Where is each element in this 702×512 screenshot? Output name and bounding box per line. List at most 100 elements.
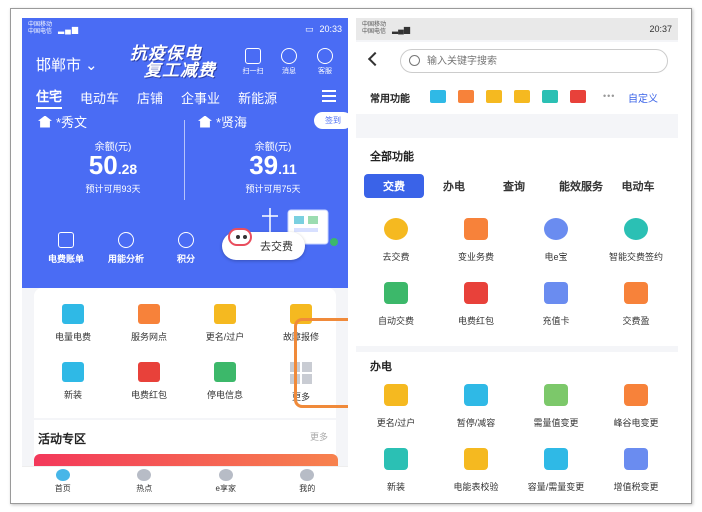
map-pin-icon <box>138 304 160 324</box>
service-item[interactable]: 新装 <box>38 362 108 401</box>
nav-home[interactable]: 首页 <box>22 467 104 496</box>
service-item[interactable]: 更名/过户 <box>190 304 260 343</box>
coin-icon <box>384 218 408 240</box>
tab-residence[interactable]: 住宅 <box>36 86 63 109</box>
nav-hot[interactable]: 热点 <box>104 467 186 496</box>
section-title: 办电 <box>370 361 392 373</box>
function-item[interactable]: 容量/需量变更 <box>516 448 596 493</box>
hot-icon <box>137 469 152 481</box>
divider <box>184 120 185 200</box>
tax-change-icon <box>624 448 648 470</box>
function-item[interactable]: 更名/过户 <box>356 384 436 429</box>
bill-button[interactable]: 电费账单 <box>42 232 90 265</box>
pie-chart-icon <box>118 232 134 248</box>
customer-service-button[interactable]: 客服 <box>312 48 338 76</box>
scan-button[interactable]: 扫一扫 <box>240 48 266 76</box>
bar-chart-icon <box>624 282 648 304</box>
new-install-icon[interactable] <box>542 90 558 103</box>
back-icon[interactable] <box>367 51 383 67</box>
carrier-info: 中国移动 中国电信 <box>28 22 53 35</box>
ehome-icon <box>218 469 233 481</box>
all-functions-section: 全部功能 交费 办电 查询 能效服务 电动车 去交费 变业务费 电e宝 智能交费… <box>356 138 678 346</box>
search-input[interactable] <box>427 54 647 69</box>
user-transfer-icon <box>384 384 408 406</box>
search-box[interactable] <box>400 49 668 73</box>
customize-link[interactable]: 自定义 <box>628 90 658 105</box>
service-item[interactable]: 电费红包 <box>114 362 184 401</box>
account-name: *贤海 <box>216 115 248 130</box>
nav-ehome[interactable]: e享家 <box>185 467 267 496</box>
function-item[interactable]: 峰谷电变更 <box>596 384 676 429</box>
tab-apply[interactable]: 办电 <box>424 174 484 198</box>
status-time: 20:33 <box>319 24 342 34</box>
tab-efficiency[interactable]: 能效服务 <box>544 174 618 198</box>
function-item[interactable]: 电能表校验 <box>436 448 516 493</box>
message-icon <box>281 48 297 64</box>
function-item[interactable]: 电e宝 <box>516 218 596 263</box>
messages-button[interactable]: 消息 <box>276 48 302 76</box>
tab-enterprise[interactable]: 企事业 <box>181 88 220 107</box>
apply-section: 办电 更名/过户 暂停/减容 需量值变更 峰谷电变更 新装 电能表校验 容量/需… <box>356 352 678 496</box>
estimated-days: 预计可用93天 <box>85 184 141 194</box>
tab-ev[interactable]: 电动车 <box>618 174 658 198</box>
scan-icon <box>245 48 261 64</box>
red-packet-icon[interactable] <box>570 90 586 103</box>
function-item[interactable]: 自动交费 <box>356 282 436 327</box>
function-item[interactable]: 交费盈 <box>596 282 676 327</box>
demand-change-icon <box>544 384 568 406</box>
city-selector[interactable]: 邯郸市 ⌄ <box>36 54 98 75</box>
sign-in-button[interactable]: 签到 <box>314 112 348 129</box>
service-item[interactable]: 服务网点 <box>114 304 184 343</box>
service-item[interactable]: 停电信息 <box>190 362 260 401</box>
user-transfer-icon <box>214 304 236 324</box>
function-item[interactable]: 需量值变更 <box>516 384 596 429</box>
function-item[interactable]: 暂停/减容 <box>436 384 516 429</box>
function-item[interactable]: 电费红包 <box>436 282 516 327</box>
menu-icon[interactable] <box>322 90 336 102</box>
common-title: 常用功能 <box>370 94 410 105</box>
pause-icon <box>464 384 488 406</box>
chevron-down-icon: ⌄ <box>85 56 98 74</box>
nav-mine[interactable]: 我的 <box>267 467 349 496</box>
status-time: 20:37 <box>649 24 672 34</box>
red-packet-icon <box>464 282 488 304</box>
function-item[interactable]: 变业务费 <box>436 218 516 263</box>
profile-icon <box>300 469 315 481</box>
alarm-clock-icon <box>624 218 648 240</box>
home-icon <box>38 115 52 128</box>
function-item[interactable]: 充值卡 <box>516 282 596 327</box>
activity-more-link[interactable]: 更多 <box>310 430 328 443</box>
tab-payment[interactable]: 交费 <box>364 174 424 198</box>
signal-icon: ▂▄▆ <box>58 24 79 34</box>
tab-shop[interactable]: 店铺 <box>137 88 163 107</box>
fee-icon <box>464 218 488 240</box>
outage-info-icon <box>214 362 236 382</box>
status-bar: 中国移动 中国电信 ▂▄▆ 20:37 <box>356 18 678 40</box>
tab-ev[interactable]: 电动车 <box>80 88 119 107</box>
tab-new-energy[interactable]: 新能源 <box>238 88 277 107</box>
tab-query[interactable]: 查询 <box>484 174 544 198</box>
repair-icon[interactable] <box>514 90 530 103</box>
section-title: 全部功能 <box>370 151 414 163</box>
red-packet-icon <box>138 362 160 382</box>
user-transfer-icon[interactable] <box>486 90 502 103</box>
points-button[interactable]: 积分 <box>162 232 210 265</box>
service-item[interactable]: 电量电费 <box>38 304 108 343</box>
home-icon <box>198 115 212 128</box>
balance-amount: 50.28 <box>88 150 138 180</box>
capacity-change-icon <box>544 448 568 470</box>
activity-banner[interactable] <box>34 454 338 466</box>
search-bar <box>356 42 678 82</box>
home-icon <box>55 469 70 481</box>
signal-icon: ▂▄▆ <box>392 24 410 34</box>
function-item[interactable]: 去交费 <box>356 218 436 263</box>
star-icon <box>178 232 194 248</box>
energy-analysis-button[interactable]: 用能分析 <box>102 232 150 265</box>
bill-icon[interactable] <box>430 90 446 103</box>
map-pin-icon[interactable] <box>458 90 474 103</box>
money-bag-icon <box>544 218 568 240</box>
function-item[interactable]: 智能交费签约 <box>596 218 676 263</box>
function-item[interactable]: 增值税变更 <box>596 448 676 493</box>
function-item[interactable]: 新装 <box>356 448 436 493</box>
function-tabs: 交费 办电 查询 能效服务 电动车 <box>364 174 658 198</box>
